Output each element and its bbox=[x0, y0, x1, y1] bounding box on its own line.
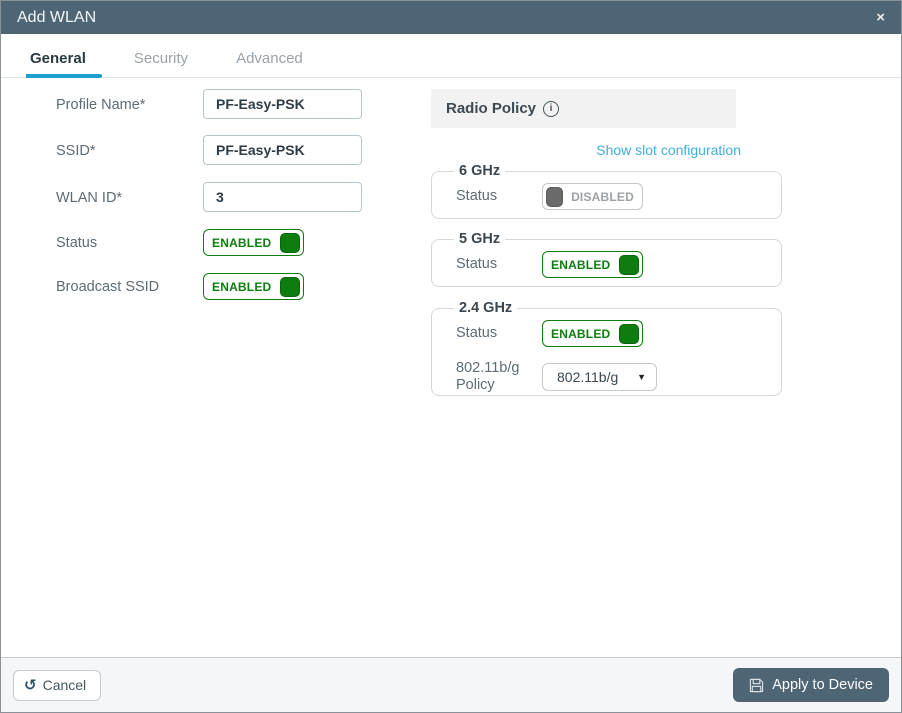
band-24ghz-section: 2.4 GHz Status ENABLED 802.11b/g Policy … bbox=[431, 300, 782, 396]
dialog-title: Add WLAN bbox=[17, 9, 96, 27]
band-5ghz-toggle-label: ENABLED bbox=[551, 258, 619, 272]
broadcast-ssid-toggle[interactable]: ENABLED bbox=[203, 273, 304, 300]
profile-name-label: Profile Name* bbox=[56, 89, 203, 114]
apply-to-device-button[interactable]: Apply to Device bbox=[733, 668, 889, 702]
ssid-row: SSID* bbox=[56, 135, 362, 165]
band-6ghz-status-label: Status bbox=[456, 188, 542, 205]
broadcast-ssid-label: Broadcast SSID bbox=[56, 273, 203, 296]
show-slot-configuration-link[interactable]: Show slot configuration bbox=[431, 142, 741, 158]
add-wlan-dialog: { "colors": { "titlebar_bg": "#4e6575", … bbox=[0, 0, 902, 713]
status-toggle[interactable]: ENABLED bbox=[203, 229, 304, 256]
profile-name-field[interactable] bbox=[203, 89, 362, 119]
radio-policy-header: Radio Policy i bbox=[431, 89, 736, 128]
dialog-titlebar: Add WLAN × bbox=[1, 1, 901, 34]
band-5ghz-status-toggle[interactable]: ENABLED bbox=[542, 251, 643, 278]
band-5ghz-status-label: Status bbox=[456, 256, 542, 273]
band-24ghz-policy-label: 802.11b/g Policy bbox=[456, 360, 542, 393]
status-toggle-label: ENABLED bbox=[212, 236, 280, 250]
chevron-down-icon: ▼ bbox=[637, 372, 646, 382]
status-label: Status bbox=[56, 229, 203, 252]
tab-bar: General Security Advanced bbox=[1, 34, 901, 78]
status-toggle-knob bbox=[280, 233, 300, 253]
undo-icon: ↺ bbox=[24, 676, 37, 694]
band-24ghz-toggle-label: ENABLED bbox=[551, 327, 619, 341]
apply-button-label: Apply to Device bbox=[772, 677, 873, 693]
status-row: Status ENABLED bbox=[56, 229, 304, 256]
tab-general-label: General bbox=[30, 50, 86, 67]
wlan-id-label: WLAN ID* bbox=[56, 182, 203, 207]
broadcast-ssid-row: Broadcast SSID ENABLED bbox=[56, 273, 304, 300]
band-24ghz-toggle-knob bbox=[619, 324, 639, 344]
wlan-id-field[interactable] bbox=[203, 182, 362, 212]
cancel-button[interactable]: ↺ Cancel bbox=[13, 670, 101, 701]
band-6ghz-toggle-label: DISABLED bbox=[571, 190, 634, 204]
close-icon[interactable]: × bbox=[876, 10, 885, 25]
band-6ghz-status-row: Status DISABLED bbox=[456, 183, 769, 210]
band-24ghz-status-label: Status bbox=[456, 325, 542, 342]
broadcast-ssid-toggle-knob bbox=[280, 277, 300, 297]
tab-general[interactable]: General bbox=[28, 50, 88, 77]
band-24ghz-policy-row: 802.11b/g Policy 802.11b/g ▼ bbox=[456, 360, 769, 393]
tab-security[interactable]: Security bbox=[132, 50, 190, 77]
band-24ghz-status-row: Status ENABLED bbox=[456, 320, 769, 347]
profile-name-row: Profile Name* bbox=[56, 89, 362, 119]
band-6ghz-toggle-knob bbox=[546, 187, 563, 207]
band-5ghz-legend: 5 GHz bbox=[454, 231, 505, 247]
wlan-id-row: WLAN ID* bbox=[56, 182, 362, 212]
band-24ghz-policy-value: 802.11b/g bbox=[557, 369, 618, 385]
tab-advanced[interactable]: Advanced bbox=[234, 50, 305, 77]
ssid-label: SSID* bbox=[56, 135, 203, 160]
band-24ghz-policy-dropdown[interactable]: 802.11b/g ▼ bbox=[542, 363, 657, 391]
band-5ghz-section: 5 GHz Status ENABLED bbox=[431, 231, 782, 287]
save-icon bbox=[749, 678, 764, 693]
band-24ghz-legend: 2.4 GHz bbox=[454, 300, 517, 316]
cancel-button-label: Cancel bbox=[43, 677, 87, 693]
band-5ghz-status-row: Status ENABLED bbox=[456, 251, 769, 278]
band-5ghz-toggle-knob bbox=[619, 255, 639, 275]
band-6ghz-section: 6 GHz Status DISABLED bbox=[431, 163, 782, 219]
band-6ghz-status-toggle[interactable]: DISABLED bbox=[542, 183, 643, 210]
radio-policy-title: Radio Policy bbox=[446, 100, 536, 117]
info-icon[interactable]: i bbox=[543, 101, 559, 117]
ssid-field[interactable] bbox=[203, 135, 362, 165]
dialog-footer: ↺ Cancel Apply to Device bbox=[1, 657, 901, 712]
broadcast-ssid-toggle-label: ENABLED bbox=[212, 280, 280, 294]
tab-security-label: Security bbox=[134, 50, 188, 67]
band-6ghz-legend: 6 GHz bbox=[454, 163, 505, 179]
band-24ghz-status-toggle[interactable]: ENABLED bbox=[542, 320, 643, 347]
tab-advanced-label: Advanced bbox=[236, 50, 303, 67]
